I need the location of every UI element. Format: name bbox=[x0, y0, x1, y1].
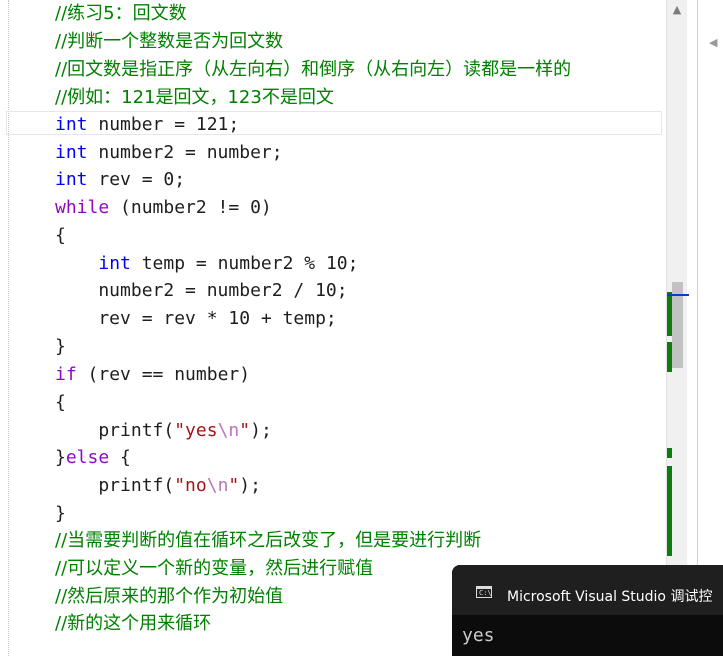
pane-divider bbox=[697, 0, 698, 656]
code-token: } bbox=[55, 336, 66, 357]
code-token: //可以定义一个新的变量，然后进行赋值 bbox=[55, 558, 374, 579]
code-token: temp = number2 % 10; bbox=[130, 253, 359, 274]
console-title-bar[interactable]: C:\ Microsoft Visual Studio 调试控 bbox=[452, 565, 723, 615]
code-line[interactable]: } bbox=[55, 500, 66, 528]
code-line[interactable]: //练习5：回文数 bbox=[55, 0, 187, 28]
code-line[interactable]: //例如：121是回文，123不是回文 bbox=[55, 84, 334, 112]
code-token: int bbox=[98, 253, 131, 274]
code-token: "no bbox=[174, 475, 207, 496]
code-line[interactable]: { bbox=[55, 389, 66, 417]
code-token: printf( bbox=[55, 420, 175, 441]
scroll-up-icon[interactable]: ▲ bbox=[667, 3, 687, 16]
code-line[interactable]: //可以定义一个新的变量，然后进行赋值 bbox=[55, 555, 373, 583]
code-token: else bbox=[65, 447, 110, 468]
code-token: //然后原来的那个作为初始值 bbox=[55, 586, 284, 607]
code-token: int bbox=[55, 169, 88, 190]
code-line[interactable]: if (rev == number) bbox=[55, 361, 250, 389]
code-line[interactable]: //新的这个用来循环 bbox=[55, 610, 211, 638]
code-line[interactable]: int temp = number2 % 10; bbox=[55, 250, 358, 278]
change-marker bbox=[667, 448, 672, 458]
code-token: \n bbox=[217, 420, 240, 441]
code-token: } bbox=[55, 503, 66, 524]
code-token: number = 121; bbox=[87, 114, 240, 135]
code-line[interactable]: rev = rev * 10 + temp; bbox=[55, 305, 337, 333]
code-line[interactable]: //回文数是指正序（从左向右）和倒序（从右向左）读都是一样的 bbox=[55, 56, 571, 84]
code-token: //判断一个整数是否为回文数 bbox=[55, 31, 284, 52]
code-line[interactable]: number2 = number2 / 10; bbox=[55, 277, 348, 305]
debug-console-window[interactable]: C:\ Microsoft Visual Studio 调试控 yes bbox=[452, 565, 723, 656]
code-token: number2 = number2 / 10; bbox=[55, 280, 348, 301]
change-marker bbox=[667, 466, 672, 556]
code-token: //练习5：回文数 bbox=[55, 3, 187, 24]
code-token: int bbox=[55, 114, 88, 135]
code-line[interactable]: printf("yes\n"); bbox=[55, 417, 272, 445]
code-token: number2 = number; bbox=[87, 142, 283, 163]
code-line[interactable]: //当需要判断的值在循环之后改变了，但是要进行判断 bbox=[55, 527, 481, 555]
code-line[interactable]: int number = 121; bbox=[55, 111, 239, 139]
code-line[interactable]: { bbox=[55, 222, 66, 250]
code-token: //回文数是指正序（从左向右）和倒序（从右向左）读都是一样的 bbox=[55, 59, 572, 80]
code-line[interactable]: int number2 = number; bbox=[55, 139, 283, 167]
code-token: rev = rev * 10 + temp; bbox=[55, 308, 337, 329]
code-token: ); bbox=[250, 420, 272, 441]
code-token: "yes bbox=[174, 420, 218, 441]
code-token: rev = 0; bbox=[87, 169, 186, 190]
indent-guide bbox=[8, 0, 9, 656]
code-token: //例如：121是回文，123不是回文 bbox=[55, 87, 334, 108]
console-output-text: yes bbox=[462, 625, 495, 646]
code-token: (number2 != 0) bbox=[109, 197, 272, 218]
code-line[interactable]: int rev = 0; bbox=[55, 166, 185, 194]
code-line[interactable]: //判断一个整数是否为回文数 bbox=[55, 28, 283, 56]
code-line[interactable]: } bbox=[55, 333, 66, 361]
code-editor[interactable]: //练习5：回文数 //判断一个整数是否为回文数 //回文数是指正序（从左向右）和倒… bbox=[0, 0, 666, 656]
change-marker bbox=[667, 292, 672, 336]
code-token: if bbox=[55, 364, 77, 385]
code-token: { bbox=[55, 392, 66, 413]
code-token: printf( bbox=[55, 475, 175, 496]
code-token: " bbox=[239, 420, 251, 441]
code-token: ); bbox=[239, 475, 261, 496]
code-token: \n bbox=[206, 475, 229, 496]
code-token: //新的这个用来循环 bbox=[55, 613, 212, 634]
change-marker bbox=[667, 342, 672, 372]
code-token: " bbox=[228, 475, 240, 496]
collapse-arrow-icon[interactable]: ◀ bbox=[709, 36, 717, 49]
code-token: int bbox=[55, 142, 88, 163]
code-line[interactable]: }else { bbox=[55, 444, 131, 472]
code-line[interactable]: printf("no\n"); bbox=[55, 472, 261, 500]
code-token: while bbox=[55, 197, 110, 218]
console-title: Microsoft Visual Studio 调试控 bbox=[507, 589, 713, 605]
caret-position-marker bbox=[667, 294, 689, 296]
code-line[interactable]: //然后原来的那个作为初始值 bbox=[55, 583, 283, 611]
code-token: } bbox=[55, 447, 66, 468]
code-line[interactable]: while (number2 != 0) bbox=[55, 194, 272, 222]
code-token: //当需要判断的值在循环之后改变了，但是要进行判断 bbox=[55, 530, 482, 551]
code-token: (rev == number) bbox=[76, 364, 251, 385]
code-token: { bbox=[109, 447, 131, 468]
code-token: { bbox=[55, 225, 66, 246]
console-app-icon: C:\ bbox=[476, 586, 492, 598]
vertical-scrollbar[interactable]: ▲ bbox=[666, 0, 689, 656]
